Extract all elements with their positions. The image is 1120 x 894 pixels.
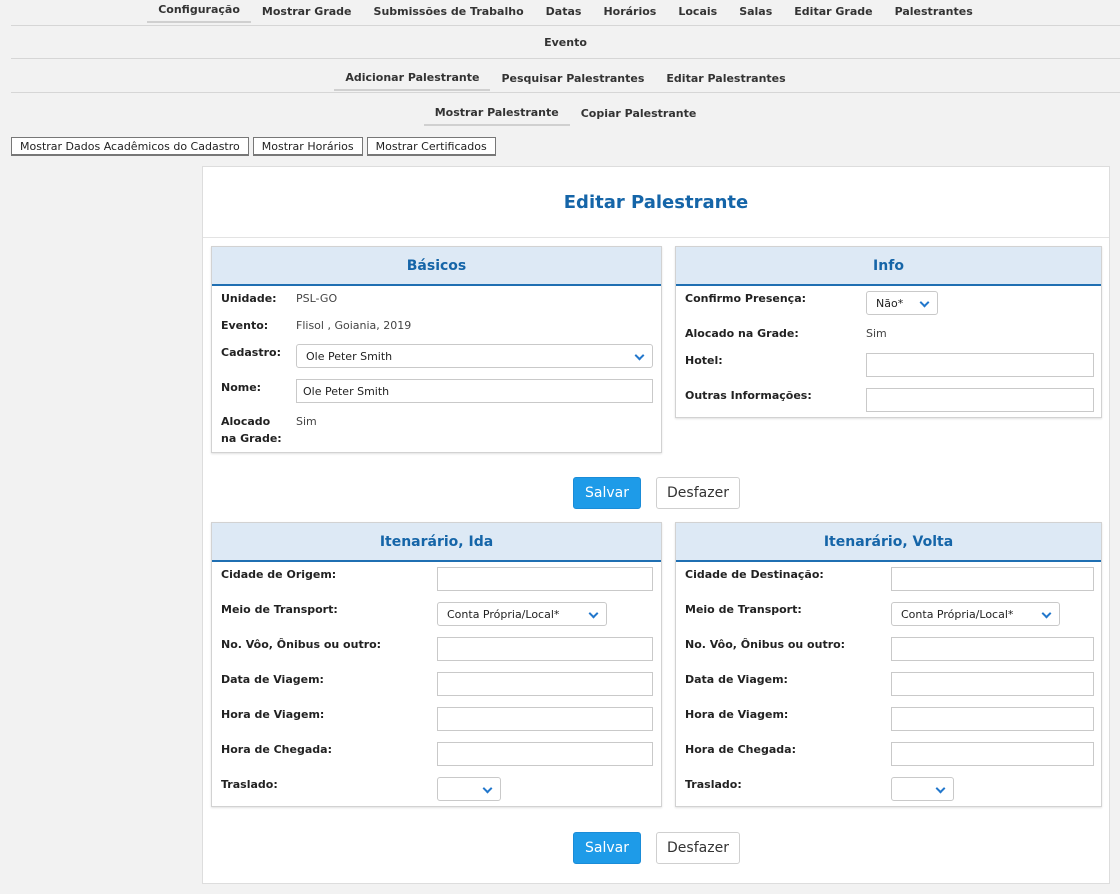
edit-speaker-panel: Editar Palestrante Básicos Unidade: PSL-… [202, 166, 1110, 884]
return-card: Itenarário, Volta Cidade de Destinação: … [675, 522, 1102, 807]
volta-hora-label: Hora de Viagem: [685, 708, 789, 721]
destino-label: Cidade de Destinação: [685, 568, 824, 581]
undo-button-bottom[interactable]: Desfazer [656, 832, 740, 864]
save-button-bottom[interactable]: Salvar [573, 832, 641, 864]
volta-traslado-select[interactable] [891, 777, 954, 801]
nav-copiar-palestrante[interactable]: Copiar Palestrante [570, 97, 708, 125]
volta-voo-label: No. Vôo, Ônibus ou outro: [685, 638, 846, 651]
info-alocado-value: Sim [866, 327, 887, 340]
cadastro-select-value: Ole Peter Smith [306, 349, 393, 363]
basics-card: Básicos Unidade: PSL-GO Evento: Flisol ,… [211, 246, 662, 453]
speaker-sub-nav: Mostrar Palestrante Copiar Palestrante [11, 94, 1120, 128]
info-card-title: Info [676, 247, 1101, 286]
event-nav: Evento [11, 27, 1120, 59]
volta-hora-input[interactable] [891, 707, 1094, 731]
alocado-label-2: na Grade: [221, 432, 282, 445]
ida-chegada-input[interactable] [437, 742, 653, 766]
alocado-value: Sim [296, 415, 317, 428]
origem-label: Cidade de Origem: [221, 568, 337, 581]
undo-button[interactable]: Desfazer [656, 477, 740, 509]
nav-evento[interactable]: Evento [533, 32, 598, 54]
nav-datas[interactable]: Datas [535, 0, 593, 23]
nav-locais[interactable]: Locais [667, 0, 728, 23]
evento-label: Evento: [221, 319, 269, 332]
chevron-down-icon [919, 297, 930, 308]
outbound-card: Itenarário, Ida Cidade de Origem: Meio d… [211, 522, 662, 807]
nav-adicionar-palestrante[interactable]: Adicionar Palestrante [334, 61, 491, 91]
unidade-label: Unidade: [221, 292, 277, 305]
nav-mostrar-palestrante[interactable]: Mostrar Palestrante [423, 96, 570, 126]
ida-meio-select[interactable]: Conta Própria/Local* [437, 602, 607, 626]
ida-hora-label: Hora de Viagem: [221, 708, 325, 721]
hotel-input[interactable] [866, 353, 1094, 377]
nav-editar-palestrantes[interactable]: Editar Palestrantes [655, 62, 796, 90]
nome-input[interactable] [296, 379, 653, 403]
show-academic-button[interactable]: Mostrar Dados Acadêmicos do Cadastro [11, 137, 249, 156]
ida-voo-label: No. Vôo, Ônibus ou outro: [221, 638, 382, 651]
nav-palestrantes[interactable]: Palestrantes [884, 0, 984, 23]
nav-configuracao[interactable]: Configuração [147, 0, 251, 23]
ida-hora-input[interactable] [437, 707, 653, 731]
volta-chegada-label: Hora de Chegada: [685, 743, 796, 756]
origem-input[interactable] [437, 567, 653, 591]
ida-voo-input[interactable] [437, 637, 653, 661]
ida-data-label: Data de Viagem: [221, 673, 324, 686]
action-bar: Mostrar Dados Acadêmicos do Cadastro Mos… [11, 137, 496, 156]
nav-pesquisar-palestrantes[interactable]: Pesquisar Palestrantes [490, 62, 655, 90]
chevron-down-icon [1041, 608, 1052, 619]
return-card-title: Itenarário, Volta [676, 523, 1101, 562]
outbound-card-title: Itenarário, Ida [212, 523, 661, 562]
show-certificates-button[interactable]: Mostrar Certificados [366, 137, 496, 156]
volta-traslado-label: Traslado: [685, 778, 742, 791]
volta-meio-select[interactable]: Conta Própria/Local* [891, 602, 1060, 626]
nav-salas[interactable]: Salas [728, 0, 783, 23]
ida-traslado-select[interactable] [437, 777, 501, 801]
show-schedules-button[interactable]: Mostrar Horários [252, 137, 363, 156]
evento-value: Flisol , Goiania, 2019 [296, 319, 412, 332]
page-title: Editar Palestrante [203, 167, 1109, 238]
nav-horarios[interactable]: Horários [592, 0, 667, 23]
save-button[interactable]: Salvar [573, 477, 641, 509]
confirmo-label: Confirmo Presença: [685, 292, 807, 305]
confirmo-select-value: Não* [876, 296, 904, 310]
chevron-down-icon [588, 608, 599, 619]
alocado-label-1: Alocado [221, 415, 271, 428]
unidade-value: PSL-GO [296, 292, 338, 305]
confirmo-select[interactable]: Não* [866, 291, 938, 315]
hotel-label: Hotel: [685, 354, 723, 367]
main-nav: Configuração Mostrar Grade Submissões de… [11, 0, 1120, 26]
ida-chegada-label: Hora de Chegada: [221, 743, 332, 756]
chevron-down-icon [634, 350, 645, 361]
ida-meio-label: Meio de Transport: [221, 603, 338, 616]
volta-chegada-input[interactable] [891, 742, 1094, 766]
ida-traslado-label: Traslado: [221, 778, 278, 791]
nav-submissoes[interactable]: Submissões de Trabalho [363, 0, 535, 23]
destino-input[interactable] [891, 567, 1094, 591]
chevron-down-icon [935, 783, 946, 794]
nav-mostrar-grade[interactable]: Mostrar Grade [251, 0, 363, 23]
cadastro-label: Cadastro: [221, 346, 281, 359]
ida-meio-value: Conta Própria/Local* [447, 607, 560, 621]
info-card: Info Confirmo Presença: Não* Alocado na … [675, 246, 1102, 418]
nome-label: Nome: [221, 381, 262, 394]
info-alocado-label: Alocado na Grade: [685, 327, 799, 340]
basics-card-title: Básicos [212, 247, 661, 286]
volta-data-label: Data de Viagem: [685, 673, 788, 686]
outras-label: Outras Informações: [685, 389, 812, 402]
speakers-nav: Adicionar Palestrante Pesquisar Palestra… [11, 60, 1120, 93]
volta-voo-input[interactable] [891, 637, 1094, 661]
volta-data-input[interactable] [891, 672, 1094, 696]
volta-meio-label: Meio de Transport: [685, 603, 802, 616]
cadastro-select[interactable]: Ole Peter Smith [296, 344, 653, 368]
volta-meio-value: Conta Própria/Local* [901, 607, 1014, 621]
nav-editar-grade[interactable]: Editar Grade [783, 0, 883, 23]
chevron-down-icon [482, 783, 493, 794]
ida-data-input[interactable] [437, 672, 653, 696]
outras-input[interactable] [866, 388, 1094, 412]
